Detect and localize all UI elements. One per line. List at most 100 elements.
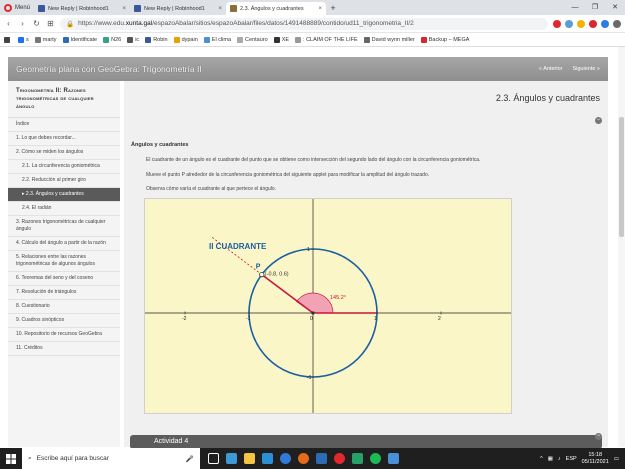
taskbar-search-input[interactable]: ⌕ Escribe aquí para buscar 🎤 bbox=[22, 448, 200, 469]
bookmark-item[interactable]: ic bbox=[127, 36, 139, 43]
url-input[interactable]: 🔒 https://www.edu.xunta.gal/espazoAbalar… bbox=[60, 17, 548, 30]
bookmark-item[interactable]: El clima bbox=[203, 36, 231, 43]
firefox-icon[interactable] bbox=[298, 453, 309, 464]
bookmark-item[interactable]: N26 bbox=[103, 36, 121, 43]
toc-item[interactable]: 11. Créditos bbox=[8, 342, 120, 356]
x-tick-label: 2 bbox=[438, 316, 441, 322]
extension-icon[interactable] bbox=[601, 19, 609, 28]
next-link[interactable]: Siguiente » bbox=[572, 66, 600, 72]
bookmark-item[interactable]: s bbox=[18, 36, 29, 43]
toc-item[interactable]: 2.1. La circunferencia goniométrica bbox=[8, 160, 120, 174]
browser-tab-1[interactable]: New Reply | Robinhood1 × bbox=[34, 2, 130, 15]
toc-item[interactable]: 10. Repositorio de recursos GeoGebra bbox=[8, 328, 120, 342]
opera-icon[interactable] bbox=[334, 453, 345, 464]
bookmark-favicon-icon bbox=[363, 36, 370, 43]
spotify-icon[interactable] bbox=[370, 453, 381, 464]
task-view-icon[interactable] bbox=[208, 453, 219, 464]
geogebra-applet[interactable]: II CUADRANTE P (-0.8, 0.6) 145.2° -2 -1 0 1… bbox=[144, 198, 512, 414]
point-p[interactable] bbox=[259, 272, 265, 278]
browser-tab-3[interactable]: 2.3. Ángulos y cuadrantes × bbox=[226, 2, 326, 15]
extension-icon[interactable] bbox=[577, 19, 585, 28]
bookmark-favicon-icon bbox=[145, 36, 152, 43]
browser-tab-2[interactable]: New Reply | Robinhood1 × bbox=[130, 2, 226, 15]
toc-item-active[interactable]: ▸ 2.3. Ángulos y cuadrantes bbox=[8, 188, 120, 202]
download-icon[interactable] bbox=[613, 19, 621, 28]
maximize-icon[interactable]: ❐ bbox=[585, 0, 605, 15]
app-icon[interactable] bbox=[352, 453, 363, 464]
minimize-icon[interactable]: — bbox=[565, 0, 585, 15]
paragraph: Observa cómo varía el cuadrante al que p… bbox=[146, 186, 277, 192]
previous-link[interactable]: « Anterior bbox=[539, 66, 563, 72]
bookmark-item[interactable]: marty bbox=[34, 36, 57, 43]
paragraph: El cuadrante de un ángulo es el cuadrant… bbox=[146, 157, 481, 163]
toc-item[interactable]: 8. Cuestionario bbox=[8, 300, 120, 314]
new-tab-button[interactable]: + bbox=[326, 2, 340, 15]
bookmark-item[interactable]: David wynn miller bbox=[363, 36, 415, 43]
network-icon[interactable]: ▦ bbox=[548, 456, 553, 462]
bookmark-item[interactable]: Backup – MEGA bbox=[420, 36, 469, 43]
bookmark-item[interactable]: XE bbox=[273, 36, 289, 43]
speed-dial-icon[interactable]: ⊞ bbox=[46, 19, 55, 28]
bookmark-item[interactable]: Centauro bbox=[237, 36, 268, 43]
windows-taskbar: ⌕ Escribe aquí para buscar 🎤 ^ ▦ ♪ ESP 1… bbox=[0, 448, 625, 469]
bookmark-item[interactable]: dypain bbox=[173, 36, 198, 43]
toc-item[interactable]: 4. Cálculo del ángulo a partir de la raz… bbox=[8, 237, 120, 251]
browser-menu-button[interactable]: Menú bbox=[0, 0, 34, 15]
store-icon[interactable] bbox=[226, 453, 237, 464]
window-controls: — ❐ ✕ bbox=[565, 0, 625, 15]
app-icon[interactable] bbox=[388, 453, 399, 464]
bookmark-favicon-icon bbox=[273, 36, 280, 43]
tab-title: New Reply | Robinhood1 bbox=[144, 5, 205, 12]
extension-icon[interactable] bbox=[565, 19, 573, 28]
collapse-icon[interactable]: − bbox=[595, 433, 602, 440]
extensions-area bbox=[553, 19, 621, 28]
applet-canvas[interactable]: II CUADRANTE P (-0.8, 0.6) 145.2° -2 -1 0 1… bbox=[145, 199, 511, 413]
toc-item[interactable]: 5. Relaciones entre las razones trigonom… bbox=[8, 251, 120, 272]
scrollbar-thumb[interactable] bbox=[619, 117, 624, 237]
angle-sector bbox=[296, 292, 334, 314]
toc-item[interactable]: 6. Teoremas del seno y del coseno bbox=[8, 272, 120, 286]
bookmark-item[interactable]: Robin bbox=[145, 36, 168, 43]
toc-item[interactable]: 2. Cómo se miden los ángulos bbox=[8, 146, 120, 160]
extension-icon[interactable] bbox=[553, 19, 561, 28]
windows-start-icon[interactable] bbox=[0, 448, 22, 469]
toc-item[interactable]: 2.4. El radián bbox=[8, 202, 120, 216]
site-banner: Geometría plana con GeoGebra: Trigonomet… bbox=[8, 57, 608, 81]
toc-item[interactable]: 7. Resolución de triángulos bbox=[8, 286, 120, 300]
search-placeholder: Escribe aquí para buscar bbox=[36, 455, 109, 462]
language-indicator[interactable]: ESP bbox=[566, 456, 577, 462]
toc-item[interactable]: 2.2. Reducción al primer giro bbox=[8, 174, 120, 188]
clock[interactable]: 15:18 05/11/2021 bbox=[582, 452, 609, 466]
bookmark-item[interactable]: : CLAIM OF THE LIFE bbox=[295, 36, 358, 43]
close-tab-icon[interactable]: × bbox=[218, 6, 222, 12]
bookmark-item[interactable] bbox=[4, 36, 12, 43]
toc-item[interactable]: Índice bbox=[8, 118, 120, 132]
toc-item[interactable]: 9. Cuadros sinópticos bbox=[8, 314, 120, 328]
back-icon[interactable]: ‹ bbox=[4, 19, 13, 28]
page-title: 2.3. Ángulos y cuadrantes bbox=[495, 93, 600, 103]
edge-icon[interactable] bbox=[280, 453, 291, 464]
tab-title: 2.3. Ángulos y cuadrantes bbox=[240, 5, 304, 12]
activity-bar[interactable]: Actividad 4 bbox=[130, 435, 602, 449]
toc-heading: Trigonometría II: Razones trigonométrica… bbox=[8, 81, 120, 118]
toc-item[interactable]: 3. Razones trigonométricas de cualquier … bbox=[8, 216, 120, 237]
app-icon[interactable] bbox=[316, 453, 327, 464]
close-window-icon[interactable]: ✕ bbox=[605, 0, 625, 15]
bookmark-item[interactable]: Identificate bbox=[62, 36, 97, 43]
close-tab-icon[interactable]: × bbox=[318, 6, 322, 12]
collapse-icon[interactable]: − bbox=[595, 117, 602, 124]
file-explorer-icon[interactable] bbox=[244, 453, 255, 464]
bookmark-favicon-icon bbox=[34, 36, 41, 43]
page-scrollbar[interactable] bbox=[618, 47, 625, 447]
heart-icon[interactable] bbox=[589, 19, 597, 28]
volume-icon[interactable]: ♪ bbox=[558, 456, 561, 462]
mail-icon[interactable] bbox=[262, 453, 273, 464]
close-tab-icon[interactable]: × bbox=[122, 6, 126, 12]
microphone-icon[interactable]: 🎤 bbox=[186, 455, 194, 463]
tab-title: New Reply | Robinhood1 bbox=[48, 5, 109, 12]
reload-icon[interactable]: ↻ bbox=[32, 19, 41, 28]
forward-icon[interactable]: › bbox=[18, 19, 27, 28]
notifications-icon[interactable]: ▭ bbox=[614, 456, 619, 462]
tray-chevron-icon[interactable]: ^ bbox=[540, 456, 543, 462]
toc-item[interactable]: 1. Lo que debes recordar... bbox=[8, 132, 120, 146]
